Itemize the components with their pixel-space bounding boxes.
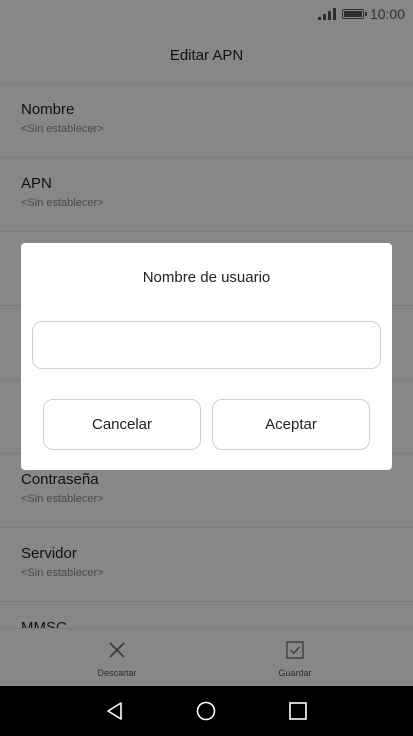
accept-button[interactable]: Aceptar (212, 399, 370, 450)
username-input[interactable] (32, 321, 381, 369)
cancel-button[interactable]: Cancelar (43, 399, 201, 450)
recents-icon[interactable] (284, 698, 312, 724)
username-dialog: Nombre de usuario Cancelar Aceptar (21, 243, 392, 470)
back-icon[interactable] (101, 698, 129, 724)
home-icon[interactable] (192, 698, 220, 724)
navigation-bar (0, 686, 413, 736)
dialog-title: Nombre de usuario (142, 269, 271, 286)
